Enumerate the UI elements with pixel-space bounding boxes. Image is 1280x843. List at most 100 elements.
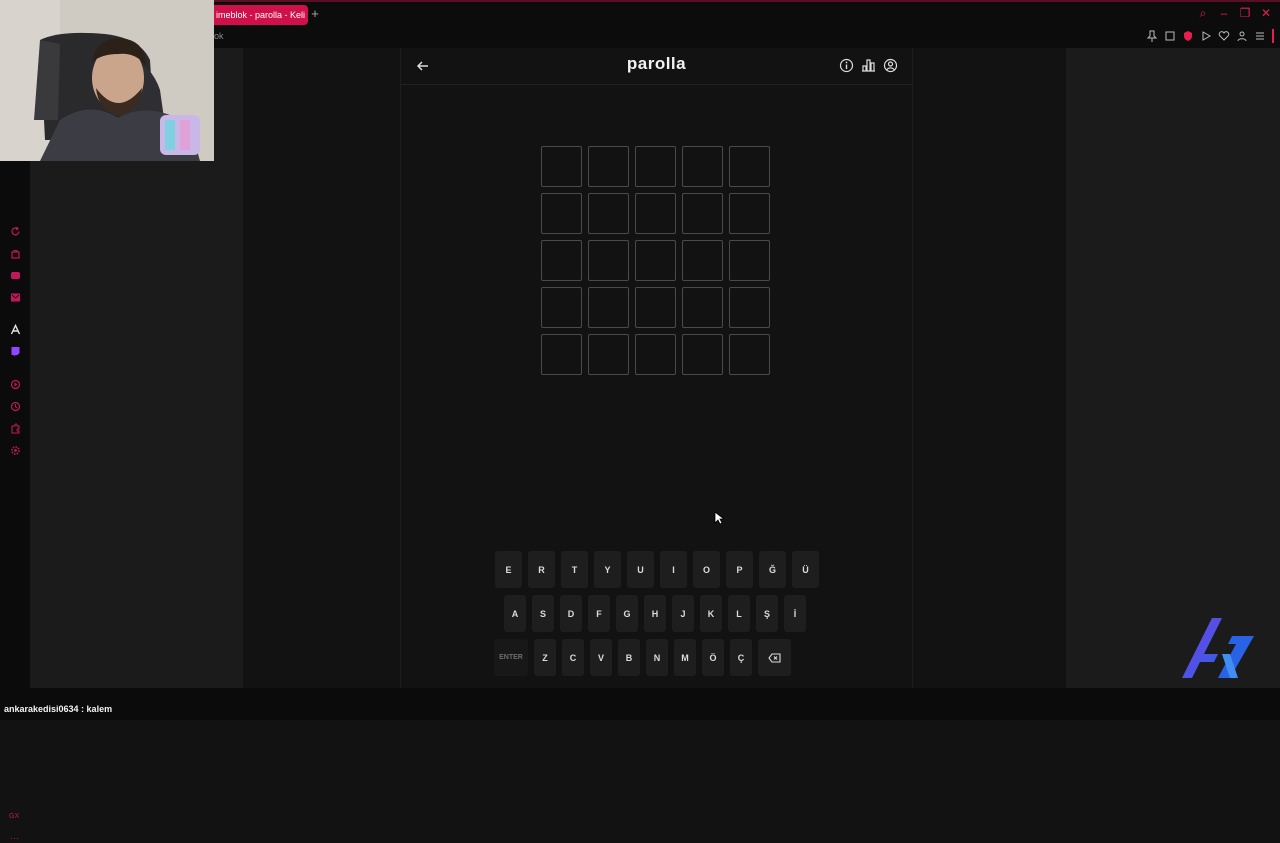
messenger-icon[interactable] — [10, 270, 21, 281]
key-i̇[interactable]: İ — [784, 595, 806, 632]
key-g[interactable]: G — [616, 595, 638, 632]
key-h[interactable]: H — [644, 595, 666, 632]
profile-icon[interactable] — [1236, 29, 1248, 42]
minimize-icon[interactable]: – — [1218, 6, 1230, 21]
grid-cell — [541, 240, 582, 281]
background-panel — [1066, 48, 1280, 688]
keyboard-row-1: ERTYUIOPĞÜ — [495, 551, 819, 588]
keyboard-row-3: ENTER Z C V B N M Ö Ç — [494, 639, 791, 676]
grid-cell — [588, 287, 629, 328]
info-icon[interactable] — [839, 58, 854, 73]
key-j[interactable]: J — [672, 595, 694, 632]
key-ğ[interactable]: Ğ — [759, 551, 786, 588]
twitch-icon[interactable] — [10, 346, 21, 357]
game-title: parolla — [626, 54, 687, 73]
grid-cell — [729, 240, 770, 281]
key-s[interactable]: S — [532, 595, 554, 632]
top-accent-line — [214, 0, 1280, 2]
backspace-icon — [768, 652, 781, 663]
key-i[interactable]: I — [660, 551, 687, 588]
url-fragment[interactable]: ok — [214, 31, 224, 41]
grid-cell — [635, 193, 676, 234]
grid-cell — [682, 240, 723, 281]
browser-toolbar — [1146, 29, 1266, 42]
key-r[interactable]: R — [528, 551, 555, 588]
more-icon[interactable]: ··· — [10, 833, 19, 843]
restore-icon[interactable]: ❐ — [1239, 6, 1251, 21]
grid-cell — [635, 240, 676, 281]
mail-icon[interactable] — [10, 292, 21, 303]
grid-cell — [635, 287, 676, 328]
key-d[interactable]: D — [560, 595, 582, 632]
heart-icon[interactable] — [1218, 29, 1230, 41]
grid-cell — [541, 287, 582, 328]
key-z[interactable]: Z — [534, 639, 556, 676]
mouse-cursor-icon — [714, 511, 724, 525]
grid-cell — [588, 193, 629, 234]
grid-cell — [588, 240, 629, 281]
refresh-icon[interactable] — [10, 226, 21, 237]
gx-label[interactable]: GX — [9, 813, 19, 820]
key-y[interactable]: Y — [594, 551, 621, 588]
key-b[interactable]: B — [618, 639, 640, 676]
pin-icon[interactable] — [1146, 29, 1158, 42]
grid-cell — [588, 334, 629, 375]
grid-cell — [729, 193, 770, 234]
key-ü[interactable]: Ü — [792, 551, 819, 588]
enter-key[interactable]: ENTER — [494, 639, 528, 676]
key-u[interactable]: U — [627, 551, 654, 588]
key-ç[interactable]: Ç — [730, 639, 752, 676]
keyboard-row-2: ASDFGHJKLŞİ — [504, 595, 806, 632]
stream-chat-bar — [0, 688, 1280, 720]
grid-cell — [682, 287, 723, 328]
header-actions — [839, 58, 898, 73]
key-f[interactable]: F — [588, 595, 610, 632]
streamer-logo-icon — [1182, 618, 1254, 678]
guess-grid — [541, 146, 770, 375]
shield-icon[interactable] — [1182, 29, 1194, 41]
key-p[interactable]: P — [726, 551, 753, 588]
grid-cell — [682, 193, 723, 234]
key-a[interactable]: A — [504, 595, 526, 632]
browser-tab[interactable]: imeblok - parolla - Keli — [214, 5, 308, 25]
app-logo-icon[interactable] — [10, 324, 21, 335]
history-icon[interactable] — [10, 401, 21, 412]
grid-cell — [729, 334, 770, 375]
close-icon[interactable]: ✕ — [1260, 6, 1272, 21]
search-icon[interactable]: ⌕ — [1197, 6, 1209, 21]
grid-cell — [541, 146, 582, 187]
key-e[interactable]: E — [495, 551, 522, 588]
grid-cell — [541, 193, 582, 234]
key-ö[interactable]: Ö — [702, 639, 724, 676]
streamer-webcam-image — [0, 0, 214, 161]
background-panel — [30, 161, 243, 688]
bag-icon[interactable] — [10, 248, 21, 259]
new-tab-button[interactable]: + — [309, 6, 321, 22]
settings-icon[interactable] — [10, 445, 21, 456]
browser-sidebar: GX ··· — [0, 161, 30, 843]
key-ş[interactable]: Ş — [756, 595, 778, 632]
account-icon[interactable] — [883, 58, 898, 73]
key-o[interactable]: O — [693, 551, 720, 588]
extensions-icon[interactable] — [10, 423, 21, 434]
grid-cell — [682, 146, 723, 187]
key-l[interactable]: L — [728, 595, 750, 632]
key-c[interactable]: C — [562, 639, 584, 676]
key-v[interactable]: V — [590, 639, 612, 676]
toolbar-accent — [1272, 29, 1274, 43]
grid-cell — [729, 146, 770, 187]
snapshot-icon[interactable] — [1164, 29, 1176, 41]
grid-cell — [635, 334, 676, 375]
stats-icon[interactable] — [861, 58, 876, 73]
key-k[interactable]: K — [700, 595, 722, 632]
webcam-overlay — [0, 0, 214, 161]
grid-cell — [635, 146, 676, 187]
player-icon[interactable] — [10, 379, 21, 390]
backspace-key[interactable] — [758, 639, 791, 676]
key-m[interactable]: M — [674, 639, 696, 676]
key-t[interactable]: T — [561, 551, 588, 588]
key-n[interactable]: N — [646, 639, 668, 676]
grid-cell — [729, 287, 770, 328]
play-icon[interactable] — [1200, 29, 1212, 41]
menu-icon[interactable] — [1254, 29, 1266, 41]
